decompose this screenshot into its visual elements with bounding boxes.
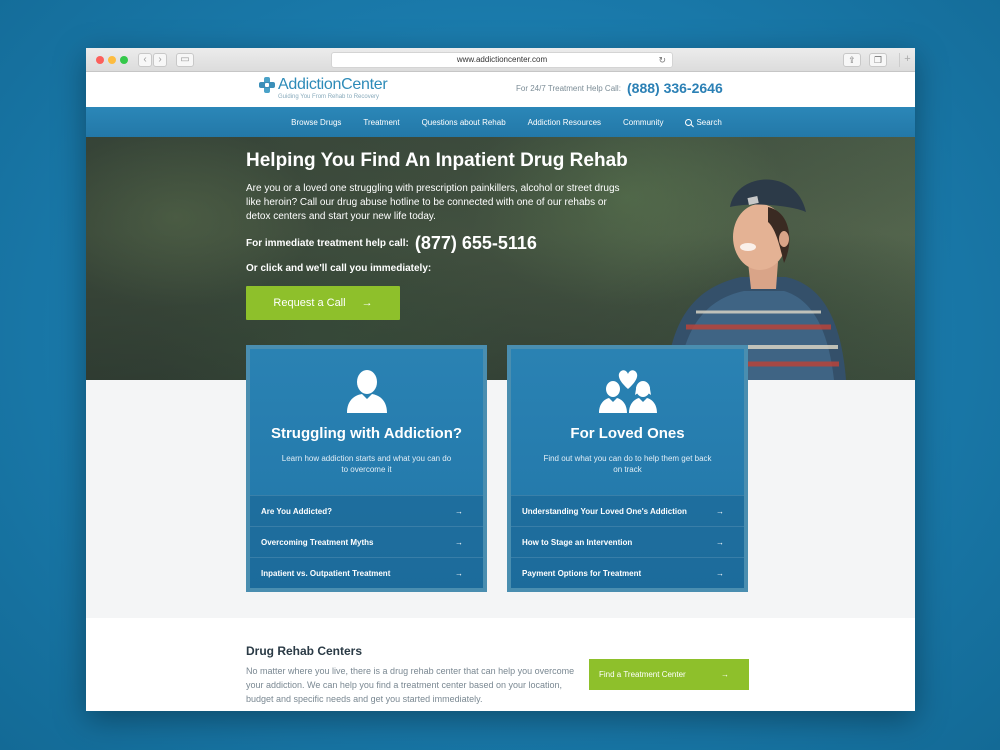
nav-treatment[interactable]: Treatment bbox=[363, 118, 399, 127]
logo-cross-icon bbox=[259, 77, 275, 93]
share-icon[interactable]: ⇪ bbox=[843, 53, 861, 67]
arrow-right-icon: → bbox=[455, 568, 463, 578]
card-link-label: Are You Addicted? bbox=[261, 506, 332, 516]
logo-text-1: Addiction bbox=[278, 76, 342, 93]
card-loved-ones: For Loved Ones Find out what you can do … bbox=[507, 345, 748, 592]
find-treatment-center-button[interactable]: Find a Treatment Center → bbox=[589, 659, 749, 690]
card-link-list: Are You Addicted? → Overcoming Treatment … bbox=[250, 495, 483, 588]
nav-addiction-resources[interactable]: Addiction Resources bbox=[528, 118, 601, 127]
find-treatment-center-label: Find a Treatment Center bbox=[599, 670, 686, 679]
hero-help: For immediate treatment help call: (877)… bbox=[246, 233, 537, 254]
reload-icon[interactable]: ↻ bbox=[658, 53, 666, 67]
back-icon[interactable]: ‹ bbox=[138, 53, 152, 67]
arrow-right-icon: → bbox=[455, 537, 463, 547]
card-title: For Loved Ones bbox=[570, 425, 685, 442]
request-call-button[interactable]: Request a Call → bbox=[246, 286, 400, 320]
drug-rehab-section: Drug Rehab Centers No matter where you l… bbox=[86, 618, 915, 711]
address-bar[interactable]: www.addictioncenter.com ↻ bbox=[331, 52, 673, 68]
logo-tagline: Guiding You From Rehab to Recovery bbox=[278, 94, 380, 100]
nav-browse-drugs[interactable]: Browse Drugs bbox=[291, 118, 341, 127]
link-payment-options[interactable]: Payment Options for Treatment → bbox=[511, 557, 744, 588]
arrow-right-icon: → bbox=[361, 297, 373, 309]
cards-section bbox=[86, 380, 915, 618]
hero: Helping You Find An Inpatient Drug Rehab… bbox=[86, 137, 915, 380]
link-are-you-addicted[interactable]: Are You Addicted? → bbox=[250, 495, 483, 526]
card-link-label: Understanding Your Loved One's Addiction bbox=[522, 506, 687, 516]
person-icon bbox=[346, 370, 387, 413]
browser-window: ‹ › ▭ www.addictioncenter.com ↻ ⇪ ❐ + Ad… bbox=[86, 48, 915, 711]
helpline-label: For 24/7 Treatment Help Call: bbox=[516, 84, 621, 93]
nav-community[interactable]: Community bbox=[623, 118, 663, 127]
card-link-label: Overcoming Treatment Myths bbox=[261, 537, 374, 547]
tabs-icon[interactable]: ❐ bbox=[869, 53, 887, 67]
arrow-right-icon: → bbox=[716, 568, 724, 578]
card-link-label: Payment Options for Treatment bbox=[522, 568, 642, 578]
minimize-window-button[interactable] bbox=[108, 56, 116, 64]
card-link-list: Understanding Your Loved One's Addiction… bbox=[511, 495, 744, 588]
helpline-number[interactable]: (888) 336-2646 bbox=[627, 80, 723, 96]
arrow-right-icon: → bbox=[455, 506, 463, 516]
card-struggling: Struggling with Addiction? Learn how add… bbox=[246, 345, 487, 592]
maximize-window-button[interactable] bbox=[120, 56, 128, 64]
logo-text-2: Center bbox=[341, 76, 388, 93]
main-nav: Browse Drugs Treatment Questions about R… bbox=[86, 107, 915, 137]
arrow-right-icon: → bbox=[716, 506, 724, 516]
arrow-right-icon: → bbox=[716, 537, 724, 547]
hero-title: Helping You Find An Inpatient Drug Rehab bbox=[246, 150, 628, 171]
close-window-button[interactable] bbox=[96, 56, 104, 64]
search-icon bbox=[685, 118, 693, 126]
nav-search[interactable]: Search bbox=[685, 117, 722, 127]
link-stage-intervention[interactable]: How to Stage an Intervention → bbox=[511, 526, 744, 557]
link-inpatient-vs-outpatient[interactable]: Inpatient vs. Outpatient Treatment → bbox=[250, 557, 483, 588]
card-subtitle: Find out what you can do to help them ge… bbox=[543, 454, 712, 474]
forward-icon[interactable]: › bbox=[153, 53, 167, 67]
hero-help-label: For immediate treatment help call: bbox=[246, 238, 409, 249]
logo[interactable]: AddictionCenter Guiding You From Rehab t… bbox=[259, 76, 388, 100]
sidebar-icon[interactable]: ▭ bbox=[176, 53, 194, 67]
nav-questions-about-rehab[interactable]: Questions about Rehab bbox=[422, 118, 506, 127]
section-title: Drug Rehab Centers bbox=[246, 644, 363, 658]
section-text: No matter where you live, there is a dru… bbox=[246, 666, 575, 704]
hero-description: Are you or a loved one struggling with p… bbox=[246, 183, 620, 222]
link-understanding-addiction[interactable]: Understanding Your Loved One's Addiction… bbox=[511, 495, 744, 526]
nav-search-label: Search bbox=[696, 117, 722, 127]
browser-toolbar: ‹ › ▭ www.addictioncenter.com ↻ ⇪ ❐ + bbox=[86, 48, 915, 72]
card-title: Struggling with Addiction? bbox=[270, 425, 463, 442]
link-treatment-myths[interactable]: Overcoming Treatment Myths → bbox=[250, 526, 483, 557]
card-link-label: Inpatient vs. Outpatient Treatment bbox=[261, 568, 391, 578]
request-call-label: Request a Call bbox=[273, 297, 346, 309]
url-text: www.addictioncenter.com bbox=[456, 55, 548, 64]
card-subtitle: Learn how addiction starts and what you … bbox=[281, 454, 452, 474]
card-link-label: How to Stage an Intervention bbox=[522, 537, 633, 547]
arrow-right-icon: → bbox=[721, 670, 729, 679]
hero-help-number[interactable]: (877) 655-5116 bbox=[415, 233, 537, 254]
new-tab-icon[interactable]: + bbox=[899, 53, 915, 67]
family-heart-icon bbox=[598, 370, 657, 413]
hero-callback-text: Or click and we'll call you immediately: bbox=[246, 263, 432, 274]
site-header: AddictionCenter Guiding You From Rehab t… bbox=[86, 72, 915, 107]
